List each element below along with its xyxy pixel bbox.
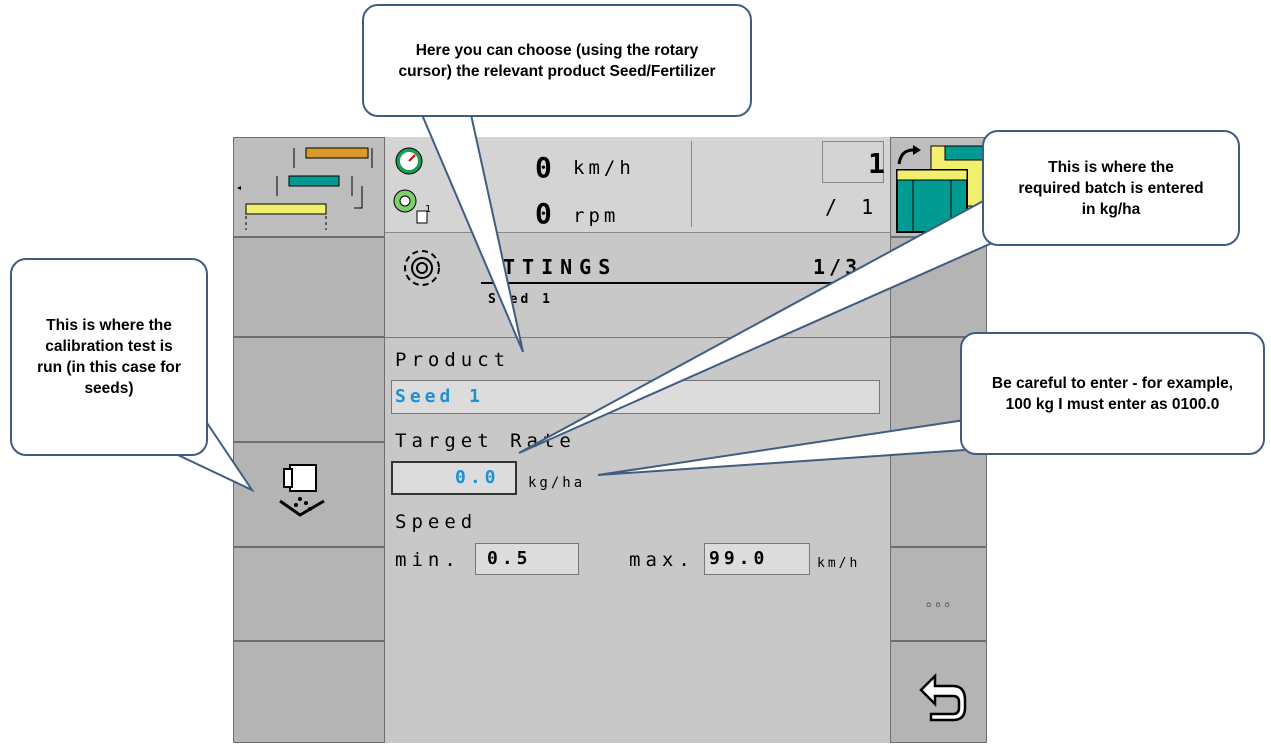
callout-format: Be careful to enter - for example, 100 k… bbox=[960, 332, 1265, 455]
callout-batch: This is where the required batch is ente… bbox=[982, 130, 1240, 246]
format-pointer bbox=[597, 418, 966, 476]
callout-calibration: This is where the calibration test is ru… bbox=[10, 258, 208, 456]
batch-pointer bbox=[518, 198, 1012, 454]
product-pointer bbox=[418, 109, 524, 353]
callout-product: Here you can choose (using the rotary cu… bbox=[362, 4, 752, 117]
